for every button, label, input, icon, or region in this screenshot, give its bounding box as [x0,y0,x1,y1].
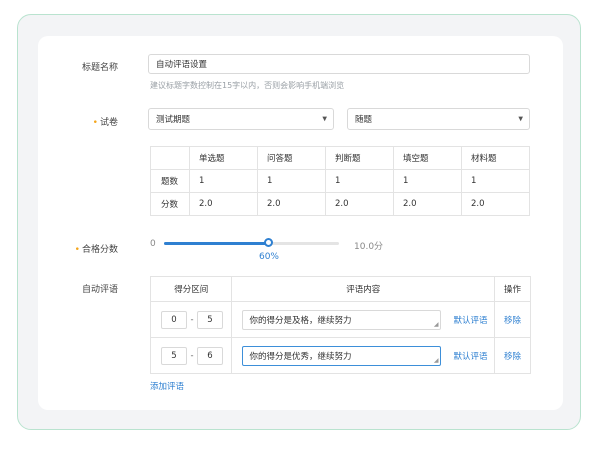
table-row: 0-5 你的得分是及格，继续努力 ◢ 默认评语 移除 [149,301,532,338]
paper-select-value: 测试期题 [156,115,191,125]
paper-label-text: 试卷 [99,118,118,128]
score-cell: 分数 [150,192,190,216]
score-cell: 2.0 [189,192,258,216]
auto-comment-label: 自动评语 [81,285,118,295]
resize-grip-icon[interactable]: ◢ [434,357,439,364]
range-dash: - [190,314,194,325]
score-header-cell: 单选题 [189,146,258,170]
score-table: 单选题 问答题 判断题 填空题 材料题 题数 1 1 1 1 1 分数 2.0 … [150,146,530,216]
range-dash: - [190,350,194,361]
score-cell: 2.0 [461,192,530,216]
settings-card: 标题名称 自动评语设置 建议标题字数控制在15字以内，否则会影响手机端浏览 • 试… [38,36,563,410]
comments-table: 得分区间 评语内容 操作 0-5 你的得分是及格，继续努力 ◢ 默认评语 移除 [149,276,532,374]
range-from-input[interactable]: 0 [161,310,187,329]
table-row: 题数 1 1 1 1 1 [150,169,530,193]
score-cell: 1 [189,169,258,193]
table-row: 分数 2.0 2.0 2.0 2.0 2.0 [150,192,530,216]
score-cell: 1 [393,169,462,193]
action-cell: 移除 [493,337,532,374]
score-cell: 1 [461,169,530,193]
score-header-cell: 材料题 [461,146,530,170]
remove-link[interactable]: 移除 [504,352,521,362]
range-to-input[interactable]: 6 [197,346,223,365]
slider-value-label: 60% [258,252,279,262]
score-header-cell [150,146,190,170]
pass-slider-track[interactable] [164,238,339,247]
pass-slider-fill [164,242,269,245]
title-input-value: 自动评语设置 [156,60,208,70]
score-cell: 2.0 [257,192,326,216]
title-label: 标题名称 [81,63,118,73]
comment-textarea[interactable]: 你的得分是及格，继续努力 ◢ [242,309,442,330]
comments-header-cell: 得分区间 [149,276,233,302]
score-range-cell: 0-5 [149,301,233,338]
chevron-down-icon: ▼ [322,115,327,123]
score-cell: 题数 [150,169,190,193]
comment-content-cell: 你的得分是及格，继续努力 ◢ 默认评语 [231,301,495,338]
pass-label: • 合格分数 [38,242,118,255]
comment-content-cell: 你的得分是优秀，继续努力 ◢ 默认评语 [231,337,495,374]
comments-header-cell: 评语内容 [231,276,495,302]
slider-min-label: 0 [150,239,156,249]
score-cell: 1 [325,169,394,193]
table-row: 5-6 你的得分是优秀，继续努力 ◢ 默认评语 移除 [149,337,532,374]
paper-select[interactable]: 测试期题 ▼ [148,108,334,130]
comments-table-header: 得分区间 评语内容 操作 [149,276,532,302]
comment-text: 你的得分是及格，继续努力 [249,315,352,326]
action-cell: 移除 [493,301,532,338]
title-input[interactable]: 自动评语设置 [148,54,530,74]
range-from-input[interactable]: 5 [161,346,187,365]
score-table-header: 单选题 问答题 判断题 填空题 材料题 [150,146,530,170]
remove-link[interactable]: 移除 [504,316,521,326]
chevron-down-icon: ▼ [518,115,523,123]
range-to-input[interactable]: 5 [197,310,223,329]
comments-header-cell: 操作 [493,276,532,302]
resize-grip-icon[interactable]: ◢ [434,321,439,328]
comment-text: 你的得分是优秀，继续努力 [249,351,352,362]
comment-textarea[interactable]: 你的得分是优秀，继续努力 ◢ [242,345,442,366]
title-hint: 建议标题字数控制在15字以内，否则会影响手机端浏览 [150,81,345,90]
score-header-cell: 问答题 [257,146,326,170]
add-comment-link[interactable]: 添加评语 [150,380,184,392]
default-comment-link[interactable]: 默认评语 [453,314,487,326]
pass-label-text: 合格分数 [81,245,118,255]
required-mark: • [92,118,98,128]
pass-slider-handle[interactable] [264,238,273,247]
default-comment-link[interactable]: 默认评语 [453,350,487,362]
score-header-cell: 判断题 [325,146,394,170]
required-mark: • [74,245,80,255]
question-select[interactable]: 随题 ▼ [347,108,530,130]
score-cell: 2.0 [393,192,462,216]
score-header-cell: 填空题 [393,146,462,170]
score-range-cell: 5-6 [149,337,233,374]
question-select-value: 随题 [355,115,373,125]
slider-max-label: 10.0分 [354,242,384,252]
score-cell: 1 [257,169,326,193]
score-cell: 2.0 [325,192,394,216]
paper-label: • 试卷 [38,115,118,128]
